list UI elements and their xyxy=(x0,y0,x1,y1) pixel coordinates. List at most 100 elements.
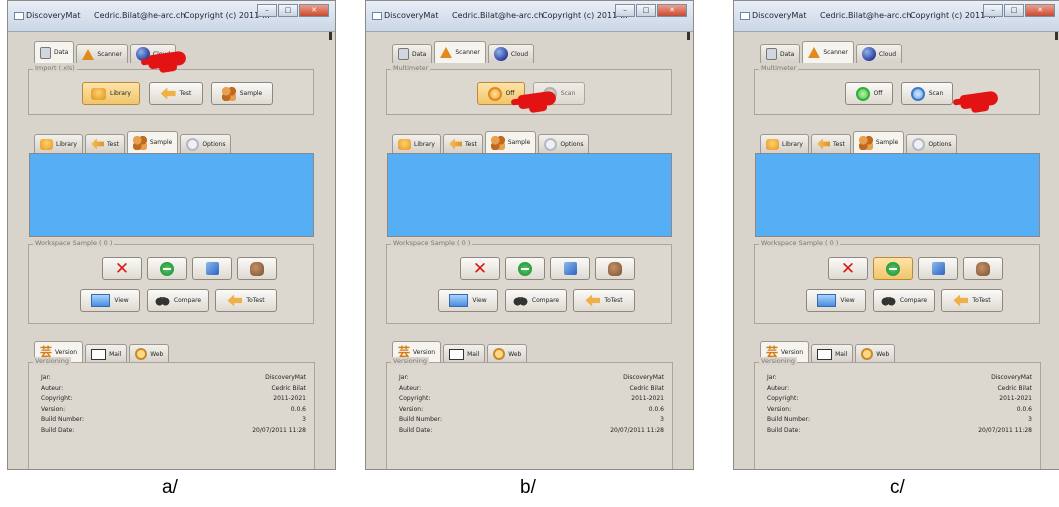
tab-data[interactable]: Data xyxy=(34,41,75,63)
user-email: Cedric.Bilat@he-arc.ch xyxy=(452,11,544,20)
minimize-button[interactable]: – xyxy=(257,4,277,17)
tab-scanner[interactable]: Scanner xyxy=(76,44,128,63)
edit-sample-button[interactable] xyxy=(963,257,1003,280)
tab-label: Cloud xyxy=(510,50,529,58)
group-title: Workspace Sample ( 0 ) xyxy=(391,239,473,247)
tab-data[interactable]: Data xyxy=(760,44,801,63)
tab-cloud[interactable]: Cloud xyxy=(487,44,535,63)
tab-library[interactable]: Library xyxy=(34,134,83,153)
tab-label: Test xyxy=(464,140,477,148)
tab-data[interactable]: Data xyxy=(392,44,433,63)
remove-button[interactable] xyxy=(505,257,545,280)
tab-test[interactable]: Test xyxy=(810,134,851,153)
view-button[interactable]: View xyxy=(806,289,866,312)
remove-button[interactable] xyxy=(873,257,913,280)
export-button[interactable] xyxy=(550,257,590,280)
tab-label: Scanner xyxy=(455,49,480,56)
delete-button[interactable]: ✕ xyxy=(102,257,142,280)
view-icon xyxy=(817,294,837,307)
app-window-icon xyxy=(14,12,24,20)
totest-button[interactable]: ToTest xyxy=(215,289,277,312)
screenshot-panel-a: DiscoveryMat Cedric.Bilat@he-arc.ch Copy… xyxy=(7,0,336,470)
tab-scanner[interactable]: Scanner xyxy=(434,41,486,63)
row-value: 3 xyxy=(302,416,306,423)
tab-mail[interactable]: Mail xyxy=(811,344,854,363)
totest-button[interactable]: ToTest xyxy=(941,289,1003,312)
row-key: Build Number: xyxy=(41,416,84,423)
export-button[interactable] xyxy=(918,257,958,280)
tab-web[interactable]: Web xyxy=(855,344,896,363)
button-label: Compare xyxy=(899,297,928,304)
remove-icon xyxy=(518,261,532,276)
tab-options[interactable]: Options xyxy=(906,134,958,153)
export-button[interactable] xyxy=(192,257,232,280)
totest-button[interactable]: ToTest xyxy=(573,289,635,312)
delete-button[interactable]: ✕ xyxy=(460,257,500,280)
user-email: Cedric.Bilat@he-arc.ch xyxy=(820,11,912,20)
close-button[interactable]: ✕ xyxy=(1025,4,1055,17)
tab-library[interactable]: Library xyxy=(392,134,441,153)
sample-list-area[interactable] xyxy=(29,153,314,237)
maximize-button[interactable]: □ xyxy=(1004,4,1024,17)
tab-sample[interactable]: Sample xyxy=(126,131,179,153)
tab-label: Sample xyxy=(149,139,173,146)
tab-cloud[interactable]: Cloud xyxy=(855,44,903,63)
sample-list-area[interactable] xyxy=(387,153,672,237)
button-label: Compare xyxy=(173,297,202,304)
row-value: 0.0.6 xyxy=(1016,405,1032,413)
tab-test[interactable]: Test xyxy=(442,134,483,153)
compare-button[interactable]: Compare xyxy=(873,289,935,312)
maximize-button[interactable]: □ xyxy=(636,4,656,17)
minimize-button[interactable]: – xyxy=(615,4,635,17)
row-value: 20/07/2011 11:28 xyxy=(252,426,306,434)
versioning-table: Jar: DiscoveryMat Auteur: Cedric Bilat Cop… xyxy=(767,373,1032,436)
splitter-grip[interactable] xyxy=(329,32,332,40)
remove-button[interactable] xyxy=(147,257,187,280)
edit-sample-button[interactable] xyxy=(595,257,635,280)
edit-sample-button[interactable] xyxy=(237,257,277,280)
row-key: Copyright: xyxy=(399,395,431,402)
scan-icon xyxy=(910,86,925,101)
tab-options[interactable]: Options xyxy=(538,134,590,153)
view-button[interactable]: View xyxy=(80,289,140,312)
off-button[interactable]: Off xyxy=(845,82,893,105)
tab-web[interactable]: Web xyxy=(487,344,528,363)
close-button[interactable]: ✕ xyxy=(299,4,329,17)
tab-library[interactable]: Library xyxy=(760,134,809,153)
tab-mail[interactable]: Mail xyxy=(85,344,128,363)
splitter-grip[interactable] xyxy=(1055,32,1058,40)
test-arrow-icon xyxy=(816,138,830,150)
close-button[interactable]: ✕ xyxy=(657,4,687,17)
tab-scanner[interactable]: Scanner xyxy=(802,41,854,63)
maximize-button[interactable]: □ xyxy=(278,4,298,17)
compare-button[interactable]: Compare xyxy=(147,289,209,312)
import-library-button[interactable]: Library xyxy=(82,82,140,105)
view-button[interactable]: View xyxy=(438,289,498,312)
import-sample-button[interactable]: Sample xyxy=(211,82,273,105)
splitter-grip[interactable] xyxy=(687,32,690,40)
test-arrow-icon xyxy=(90,138,104,150)
cat-icon xyxy=(250,261,264,276)
sample-list-area[interactable] xyxy=(755,153,1040,237)
totest-arrow-icon xyxy=(227,294,243,307)
scan-button[interactable]: Scan xyxy=(901,82,953,105)
delete-button[interactable]: ✕ xyxy=(828,257,868,280)
button-label: Scan xyxy=(560,90,576,97)
tab-test[interactable]: Test xyxy=(84,134,125,153)
tab-label: Version xyxy=(413,349,436,356)
tab-web[interactable]: Web xyxy=(129,344,170,363)
tab-mail[interactable]: Mail xyxy=(443,344,486,363)
compare-button[interactable]: Compare xyxy=(505,289,567,312)
button-label: Off xyxy=(505,90,515,97)
tab-options[interactable]: Options xyxy=(180,134,232,153)
tab-sample[interactable]: Sample xyxy=(852,131,905,153)
button-label: Off xyxy=(873,90,883,97)
row-key: Version: xyxy=(767,405,792,413)
import-test-button[interactable]: Test xyxy=(149,82,203,105)
minimize-button[interactable]: – xyxy=(983,4,1003,17)
table-row: Auteur: Cedric Bilat xyxy=(399,384,664,395)
row-value: DiscoveryMat xyxy=(265,374,306,381)
web-icon xyxy=(493,348,506,360)
tab-sample[interactable]: Sample xyxy=(484,131,537,153)
screenshot-panel-b: DiscoveryMat Cedric.Bilat@he-arc.ch Copy… xyxy=(365,0,694,470)
